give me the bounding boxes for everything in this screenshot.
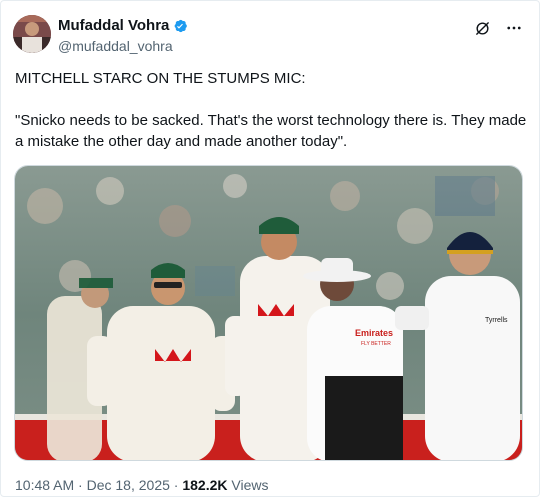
tweet-time[interactable]: 10:48 AM — [15, 477, 74, 493]
umpire-sponsor-text: Emirates — [355, 328, 393, 338]
tweet-meta: 10:48 AM · Dec 18, 2025 · 182.2K Views — [15, 477, 269, 493]
more-icon[interactable] — [505, 19, 523, 37]
meta-separator: · — [173, 477, 179, 493]
tweet-photo[interactable]: Emirates FLY BETTER Tyrrells — [14, 165, 523, 461]
author-block: Mufaddal Vohra @mufaddal_vohra — [58, 17, 188, 54]
verified-badge-icon — [172, 18, 188, 34]
tweet-text: MITCHELL STARC ON THE STUMPS MIC: "Snick… — [15, 68, 527, 152]
cricket-players-photo: Emirates FLY BETTER Tyrrells — [15, 166, 522, 460]
meta-separator: · — [78, 477, 83, 493]
avatar[interactable] — [13, 15, 51, 53]
umpire-sponsor-subtext: FLY BETTER — [361, 341, 391, 347]
tweet-quote: "Snicko needs to be sacked. That's the w… — [15, 112, 527, 150]
tweet-date[interactable]: Dec 18, 2025 — [87, 477, 170, 493]
views-count: 182.2K — [182, 477, 228, 493]
display-name[interactable]: Mufaddal Vohra — [58, 17, 169, 34]
grok-icon[interactable] — [473, 19, 491, 37]
author-handle[interactable]: @mufaddal_vohra — [58, 38, 188, 54]
tweet-header: Mufaddal Vohra @mufaddal_vohra — [13, 15, 527, 57]
header-actions — [473, 19, 523, 37]
tweet-headline: MITCHELL STARC ON THE STUMPS MIC: — [15, 70, 306, 87]
views-label: Views — [231, 477, 269, 493]
batter-sponsor-text: Tyrrells — [485, 317, 508, 324]
tweet-card: Mufaddal Vohra @mufaddal_vohra MITCHELL … — [0, 0, 540, 497]
